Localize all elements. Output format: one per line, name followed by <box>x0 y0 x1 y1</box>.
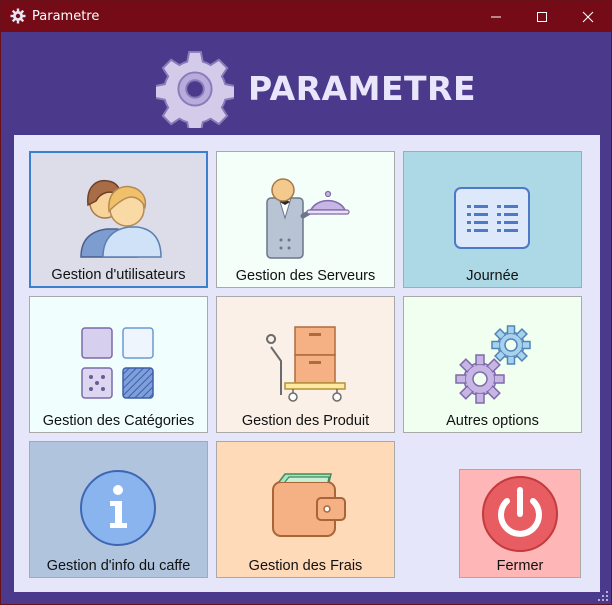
gears-icon <box>455 325 531 404</box>
wallet-icon <box>272 473 346 537</box>
manage-servers-button[interactable]: Gestion des Serveurs <box>216 151 395 288</box>
manage-users-label: Gestion d'utilisateurs <box>51 267 186 283</box>
maximize-icon <box>537 11 547 22</box>
title-bar[interactable]: Parametre <box>1 1 611 32</box>
settings-gear-icon <box>156 50 234 128</box>
page-title: PARAMETRE <box>248 69 476 108</box>
journal-button[interactable]: Journée <box>403 151 582 288</box>
manage-users-button[interactable]: Gestion d'utilisateurs <box>29 151 208 288</box>
manage-expenses-label: Gestion des Frais <box>248 558 363 574</box>
manage-categories-button[interactable]: Gestion des Catégories <box>29 296 208 433</box>
other-options-button[interactable]: Autres options <box>403 296 582 433</box>
minimize-button[interactable] <box>473 1 519 32</box>
waiter-icon <box>266 178 350 259</box>
page-header: PARAMETRE <box>1 32 611 132</box>
other-options-label: Autres options <box>446 413 539 429</box>
close-app-label: Fermer <box>496 558 544 574</box>
list-icon <box>454 187 530 249</box>
manage-categories-label: Gestion des Catégories <box>42 413 195 429</box>
settings-window: Parametre PARAMETRE Gestion d'utilisateu… <box>0 0 612 605</box>
power-icon <box>482 476 558 552</box>
info-icon <box>80 470 156 546</box>
categories-icon <box>81 327 154 399</box>
cafe-info-button[interactable]: Gestion d'info du caffe <box>29 441 208 578</box>
manage-products-label: Gestion des Produit <box>241 413 370 429</box>
gear-icon <box>10 8 26 24</box>
manage-products-button[interactable]: Gestion des Produit <box>216 296 395 433</box>
window-title: Parametre <box>32 9 100 24</box>
manage-servers-label: Gestion des Serveurs <box>235 268 376 284</box>
maximize-button[interactable] <box>519 1 565 32</box>
close-app-button[interactable]: Fermer <box>459 469 581 578</box>
users-icon <box>80 179 162 258</box>
close-button[interactable] <box>565 1 611 32</box>
resize-grip-icon[interactable] <box>598 591 608 601</box>
manage-expenses-button[interactable]: Gestion des Frais <box>216 441 395 578</box>
close-icon <box>582 11 594 22</box>
cafe-info-label: Gestion d'info du caffe <box>46 558 191 574</box>
minimize-icon <box>491 16 501 17</box>
journal-label: Journée <box>466 268 519 284</box>
cart-cabinet-icon <box>266 326 346 402</box>
